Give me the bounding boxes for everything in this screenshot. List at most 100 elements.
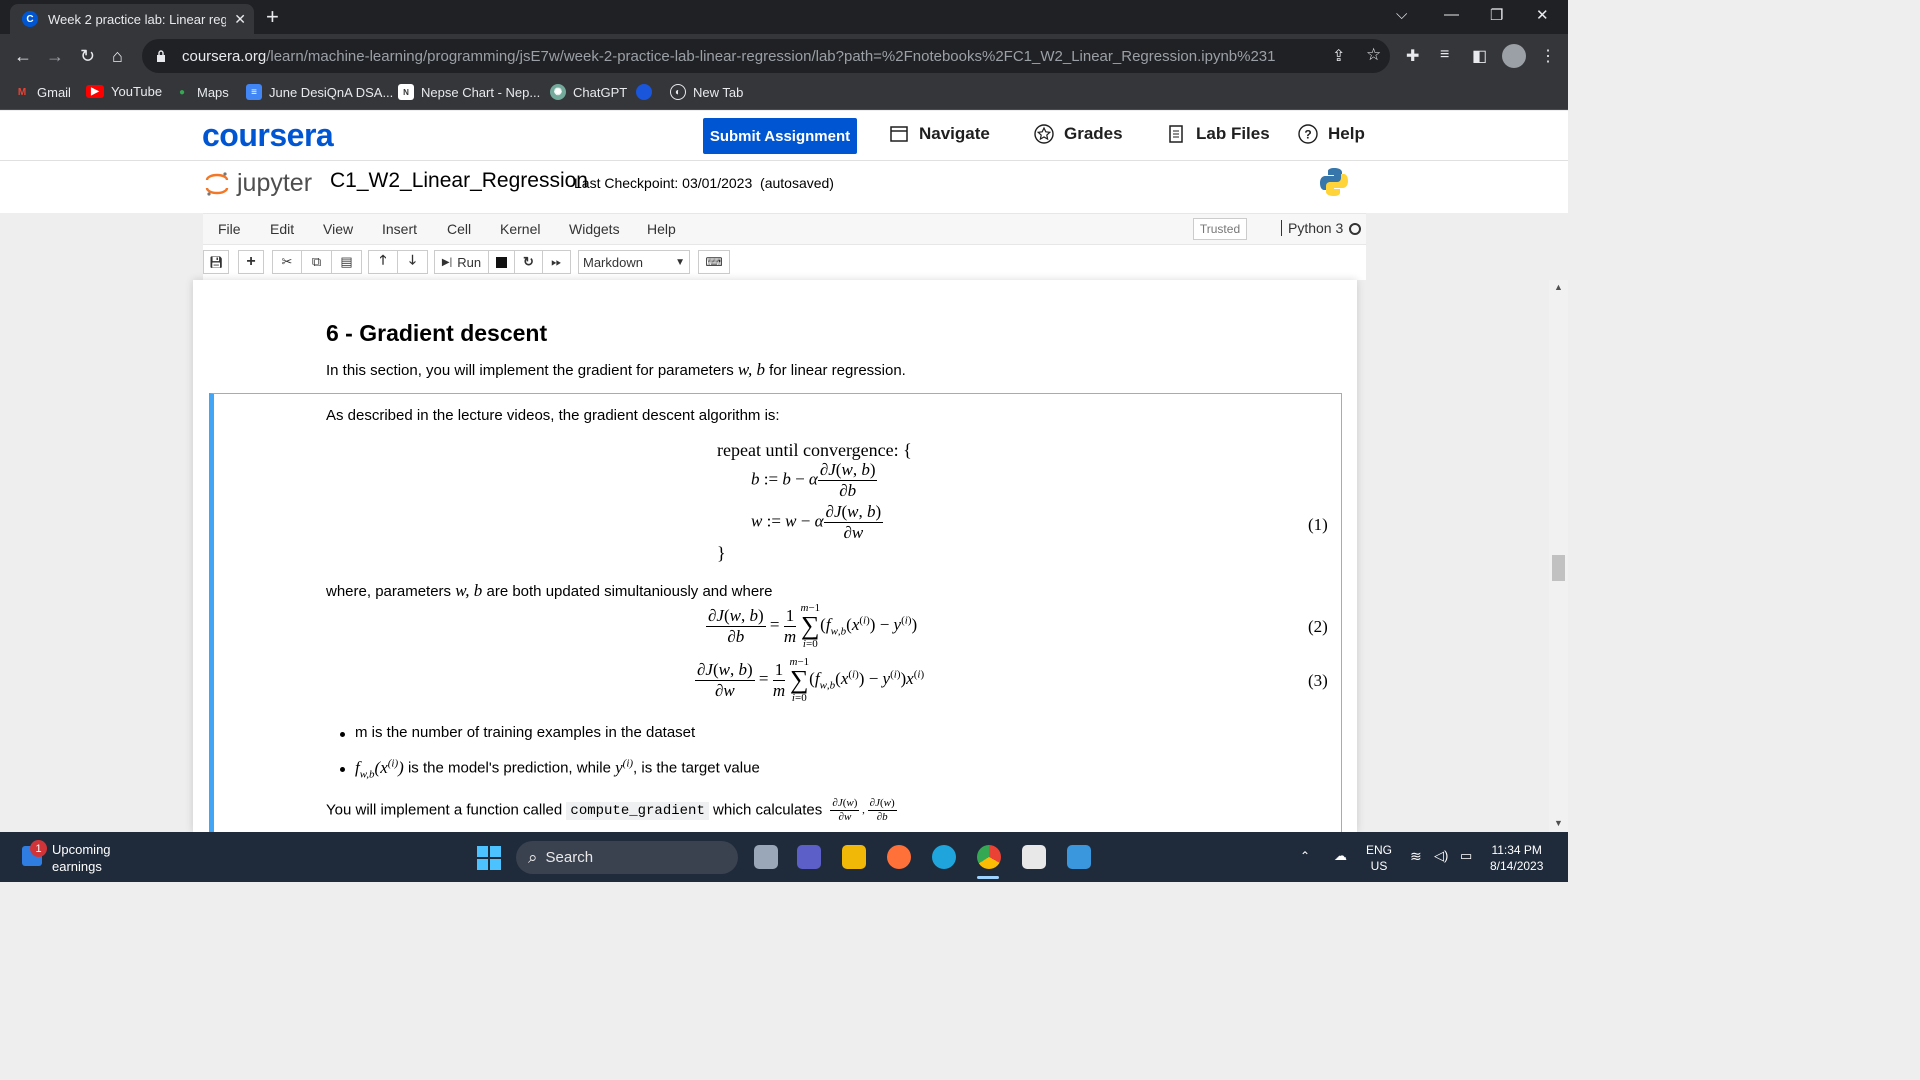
grades-star-icon xyxy=(1034,124,1054,144)
restart-button[interactable]: ↻ xyxy=(515,250,543,274)
teams-chat-icon[interactable] xyxy=(797,845,821,869)
paste-icon: ▤ xyxy=(340,254,353,269)
bookmark-new-tab[interactable]: ◐ New Tab xyxy=(670,84,743,100)
run-button[interactable]: ▶| Run xyxy=(434,250,489,274)
keyboard-icon: ⌨ xyxy=(705,255,723,269)
page-scrollbar[interactable]: ▲ ▼ xyxy=(1549,280,1568,832)
bookmark-youtube[interactable]: ▶ YouTube xyxy=(86,84,162,99)
restore-button[interactable]: ❐ xyxy=(1490,6,1503,24)
menu-dots-icon[interactable]: ⋮ xyxy=(1540,46,1556,66)
close-window-button[interactable]: ✕ xyxy=(1536,6,1549,24)
bullet-dot xyxy=(340,732,345,737)
volume-icon[interactable]: ◁) xyxy=(1434,848,1448,864)
new-tab-button[interactable]: + xyxy=(266,5,279,29)
bookmark-nepse[interactable]: N Nepse Chart - Nep... xyxy=(398,84,540,100)
scrollbar-thumb[interactable] xyxy=(1552,555,1565,581)
chrome-icon[interactable] xyxy=(977,845,1001,869)
menu-kernel[interactable]: Kernel xyxy=(500,221,540,237)
edge-icon[interactable] xyxy=(932,845,956,869)
forward-arrow-icon[interactable]: → xyxy=(46,46,64,66)
navigate-button[interactable]: Navigate xyxy=(889,124,990,144)
widgets-label[interactable]: Upcoming earnings xyxy=(52,841,111,875)
jupyter-logo[interactable]: jupyter xyxy=(205,169,312,198)
bookmark-chatgpt[interactable]: ✺ ChatGPT xyxy=(550,84,627,100)
share-icon[interactable]: ⇪ xyxy=(1332,46,1345,66)
restart-run-all-button[interactable]: ⏩︎ xyxy=(543,250,571,274)
gmail-icon: M xyxy=(17,86,27,98)
reload-icon[interactable]: ↻ xyxy=(80,46,95,66)
trusted-badge[interactable]: Trusted xyxy=(1193,218,1247,240)
bullet-m-definition: m is the number of training examples in … xyxy=(355,724,696,741)
close-brace: } xyxy=(717,543,726,563)
wifi-icon[interactable]: ≋ xyxy=(1410,848,1422,864)
menu-view[interactable]: View xyxy=(323,221,353,237)
bookmark-star-icon[interactable]: ☆ xyxy=(1366,45,1381,65)
extensions-icon[interactable]: ✚ xyxy=(1406,46,1419,66)
close-tab-icon[interactable]: ✕ xyxy=(234,11,246,28)
clock[interactable]: 11:34 PM 8/14/2023 xyxy=(1490,842,1543,874)
save-button[interactable]: 💾︎ xyxy=(203,250,229,274)
plus-icon: + xyxy=(246,253,256,270)
menu-cell[interactable]: Cell xyxy=(447,221,471,237)
firefox-icon[interactable] xyxy=(887,845,911,869)
tab-search-icon[interactable]: ⌵ xyxy=(1396,6,1407,23)
menu-insert[interactable]: Insert xyxy=(382,221,417,237)
microsoft-store-icon[interactable] xyxy=(1022,845,1046,869)
menu-file[interactable]: File xyxy=(218,221,241,237)
submit-assignment-button[interactable]: Submit Assignment xyxy=(703,118,857,154)
menu-widgets[interactable]: Widgets xyxy=(569,221,620,237)
command-palette-button[interactable]: ⌨ xyxy=(698,250,730,274)
task-view-icon[interactable] xyxy=(754,845,778,869)
equation-number-1: (1) xyxy=(1308,515,1328,534)
minimize-button[interactable]: — xyxy=(1444,6,1459,23)
help-icon: ? xyxy=(1298,124,1318,144)
side-panel-icon[interactable]: ◧ xyxy=(1472,46,1487,66)
browser-tab[interactable]: C Week 2 practice lab: Linear regre ✕ xyxy=(10,4,254,34)
section-heading: 6 - Gradient descent xyxy=(326,320,548,346)
file-explorer-icon[interactable] xyxy=(842,845,866,869)
grades-button[interactable]: Grades xyxy=(1034,124,1123,144)
menu-help[interactable]: Help xyxy=(647,221,676,237)
language-indicator[interactable]: ENG US xyxy=(1366,842,1392,874)
lab-files-button[interactable]: Lab Files xyxy=(1166,124,1270,144)
home-icon[interactable]: ⌂ xyxy=(112,46,123,66)
taskbar-search[interactable]: ⌕ Search xyxy=(516,841,738,874)
help-button[interactable]: ? Help xyxy=(1298,124,1365,144)
profile-avatar[interactable] xyxy=(1502,44,1526,68)
security-icon[interactable]: ☁ xyxy=(1334,848,1347,864)
menu-edit[interactable]: Edit xyxy=(270,221,294,237)
interrupt-button[interactable] xyxy=(489,250,515,274)
cut-button[interactable]: ✂ xyxy=(272,250,302,274)
gradient-b-equation: ∂J(w, b) ∂b = 1m m−1 ∑ i=0 (fw,b(x(i)) − y(i… xyxy=(706,602,918,650)
repeat-line: repeat until convergence: { xyxy=(717,440,912,460)
bookmarks-bar: M Gmail ▶ YouTube ● Maps ≡ June DesiQnA DSA.… xyxy=(0,78,1568,110)
bookmark-gmail[interactable]: M Gmail xyxy=(14,84,71,100)
cell-type-select[interactable]: Markdown ▼ xyxy=(578,250,690,274)
back-arrow-icon[interactable]: ← xyxy=(14,46,32,66)
notebook-name[interactable]: C1_W2_Linear_Regression xyxy=(330,169,588,193)
move-down-button[interactable]: 🡓 xyxy=(398,250,428,274)
move-up-button[interactable]: 🡑 xyxy=(368,250,398,274)
navigate-icon xyxy=(890,126,908,142)
youtube-icon: ▶ xyxy=(86,85,104,98)
notification-badge: 1 xyxy=(30,840,47,857)
bookmark-blank[interactable] xyxy=(636,84,659,100)
copy-button[interactable]: ⧉ xyxy=(302,250,332,274)
address-bar[interactable]: coursera.org/learn/machine-learning/prog… xyxy=(142,39,1390,73)
paste-button[interactable]: ▤ xyxy=(332,250,362,274)
bookmark-june[interactable]: ≡ June DesiQnA DSA... xyxy=(246,84,393,100)
scroll-down-icon[interactable]: ▼ xyxy=(1554,818,1563,828)
browser-toolbar: ← → ↻ ⌂ coursera.org/learn/machine-learn… xyxy=(0,34,1568,78)
photos-icon[interactable] xyxy=(1067,845,1091,869)
coursera-logo[interactable]: coursera xyxy=(202,117,334,154)
insert-cell-button[interactable]: + xyxy=(238,250,264,274)
jupyter-header: jupyter C1_W2_Linear_Regression Last Che… xyxy=(0,161,1568,213)
reading-list-icon[interactable]: ≡ xyxy=(1440,46,1449,64)
tray-overflow-icon[interactable]: ⌃ xyxy=(1300,848,1310,864)
tab-title: Week 2 practice lab: Linear regre xyxy=(48,11,227,27)
windows-start-icon[interactable] xyxy=(477,846,501,870)
kernel-name[interactable]: Python 3 xyxy=(1281,220,1343,236)
scroll-up-icon[interactable]: ▲ xyxy=(1554,282,1563,292)
battery-icon[interactable]: ▭ xyxy=(1460,848,1472,864)
bookmark-maps[interactable]: ● Maps xyxy=(174,84,229,100)
